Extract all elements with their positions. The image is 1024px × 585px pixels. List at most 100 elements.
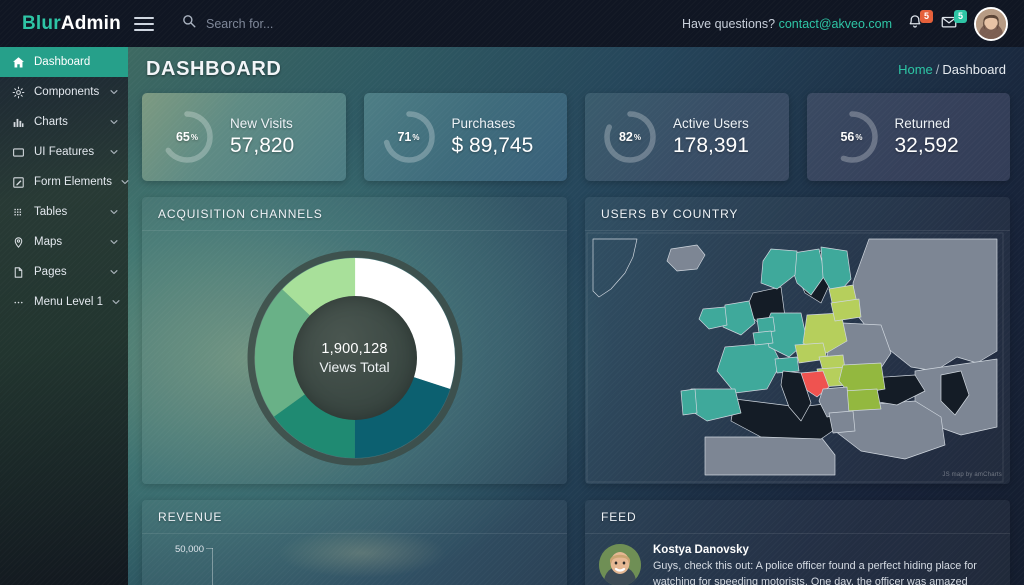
stat-value-purchases: $ 89,745: [452, 134, 534, 158]
sidebar-label-form-elements: Form Elements: [34, 176, 112, 188]
chevron-down-icon[interactable]: [109, 237, 119, 247]
feed-panel: FEED: [585, 500, 1010, 585]
chevron-down-icon[interactable]: [109, 87, 119, 97]
stat-cards-row: 65% New Visits 57,820 71%: [142, 93, 1010, 181]
donut-center-label: 1,900,128 Views Total: [293, 296, 417, 420]
top-bar-right-group: Have questions? contact@akveo.com 5 5: [682, 7, 1024, 41]
notifications-badge: 5: [920, 10, 933, 23]
acquisition-channels-title: ACQUISITION CHANNELS: [142, 197, 567, 231]
edit-icon: [10, 176, 26, 189]
sidebar-navigation: Dashboard Components Charts: [0, 47, 128, 585]
progress-ring-purchases: 71%: [380, 108, 438, 166]
window-icon: [10, 146, 26, 159]
sidebar-item-charts[interactable]: Charts: [0, 107, 128, 137]
users-by-country-panel: USERS BY COUNTRY: [585, 197, 1010, 484]
stat-card-returned[interactable]: 56% Returned 32,592: [807, 93, 1011, 181]
sidebar-item-dashboard[interactable]: Dashboard: [0, 47, 128, 77]
search-input[interactable]: [206, 17, 396, 31]
stat-card-active-users[interactable]: 82% Active Users 178,391: [585, 93, 789, 181]
main-content: DASHBOARD Home/Dashboard 65%: [128, 47, 1024, 585]
breadcrumb-home-link[interactable]: Home: [898, 62, 933, 77]
sidebar-label-components: Components: [34, 86, 101, 98]
feed-list: Kostya Danovsky Guys, check this out: A …: [585, 534, 1010, 585]
revenue-glow: [277, 528, 447, 578]
page-header: DASHBOARD Home/Dashboard: [142, 47, 1010, 91]
chevron-down-icon[interactable]: [109, 147, 119, 157]
bar-chart-icon: [10, 116, 26, 129]
sidebar-label-charts: Charts: [34, 116, 101, 128]
contact-email-link[interactable]: contact@akveo.com: [779, 17, 892, 31]
stat-percent-active-users: 82%: [601, 108, 659, 166]
hamburger-menu-icon[interactable]: [134, 17, 154, 31]
sidebar-label-menu-level-1: Menu Level 1: [34, 296, 103, 308]
percent-number: 82: [619, 130, 633, 144]
progress-ring-returned: 56%: [823, 108, 881, 166]
sidebar-item-form-elements[interactable]: Form Elements: [0, 167, 128, 197]
donut-chart[interactable]: 1,900,128 Views Total: [246, 249, 464, 467]
stat-percent-new-visits: 65%: [158, 108, 216, 166]
top-navigation-bar: BlurAdmin Have questions? contact@akveo.…: [0, 0, 1024, 47]
home-icon: [10, 56, 26, 69]
page-title: DASHBOARD: [146, 58, 281, 81]
percent-number: 65: [176, 130, 190, 144]
percent-sign: %: [634, 133, 641, 142]
search-box[interactable]: [182, 14, 396, 33]
stat-value-active-users: 178,391: [673, 134, 749, 158]
sidebar-label-pages: Pages: [34, 266, 101, 278]
donut-total-value: 1,900,128: [321, 341, 387, 357]
user-avatar[interactable]: [974, 7, 1008, 41]
sidebar-item-maps[interactable]: Maps: [0, 227, 128, 257]
bottom-panels-row: REVENUE 50,000 FEED: [142, 500, 1010, 585]
stat-label-active-users: Active Users: [673, 116, 749, 133]
stat-value-returned: 32,592: [895, 134, 959, 158]
chevron-down-icon[interactable]: [111, 297, 121, 307]
percent-number: 71: [397, 130, 411, 144]
sidebar-label-tables: Tables: [34, 206, 101, 218]
chevron-down-icon[interactable]: [120, 177, 130, 187]
breadcrumb-current: Dashboard: [942, 62, 1006, 77]
search-icon: [182, 14, 196, 33]
stat-value-new-visits: 57,820: [230, 134, 294, 158]
messages-badge: 5: [954, 10, 967, 23]
stat-card-new-visits[interactable]: 65% New Visits 57,820: [142, 93, 346, 181]
sidebar-item-menu-level-1[interactable]: Menu Level 1: [0, 287, 128, 317]
stat-percent-returned: 56%: [823, 108, 881, 166]
acquisition-channels-panel: ACQUISITION CHANNELS: [142, 197, 567, 484]
map-attribution: JS map by amCharts: [942, 472, 1002, 478]
progress-ring-new-visits: 65%: [158, 108, 216, 166]
percent-number: 56: [840, 130, 854, 144]
revenue-title: REVENUE: [142, 500, 567, 534]
revenue-chart[interactable]: 50,000: [142, 534, 567, 585]
feed-message-text: Guys, check this out: A police officer f…: [653, 559, 996, 585]
questions-label: Have questions?: [682, 17, 775, 31]
messages-button[interactable]: 5: [940, 13, 960, 35]
percent-sign: %: [412, 133, 419, 142]
list-item[interactable]: Kostya Danovsky Guys, check this out: A …: [599, 544, 996, 585]
revenue-panel: REVENUE 50,000: [142, 500, 567, 585]
acquisition-chart[interactable]: 1,900,128 Views Total: [142, 231, 567, 484]
grid-icon: [10, 206, 26, 219]
stat-percent-purchases: 71%: [380, 108, 438, 166]
percent-sign: %: [191, 133, 198, 142]
revenue-axis-line: [212, 548, 213, 585]
feed-author-name: Kostya Danovsky: [653, 544, 996, 556]
breadcrumb: Home/Dashboard: [898, 62, 1006, 77]
chevron-down-icon[interactable]: [109, 207, 119, 217]
feed-title: FEED: [585, 500, 1010, 534]
sidebar-item-components[interactable]: Components: [0, 77, 128, 107]
map-pin-icon: [10, 236, 26, 249]
chevron-down-icon[interactable]: [109, 117, 119, 127]
users-by-country-title: USERS BY COUNTRY: [585, 197, 1010, 231]
sidebar-item-ui-features[interactable]: UI Features: [0, 137, 128, 167]
avatar: [599, 544, 641, 585]
sidebar-item-tables[interactable]: Tables: [0, 197, 128, 227]
stat-card-purchases[interactable]: 71% Purchases $ 89,745: [364, 93, 568, 181]
sidebar-label-ui-features: UI Features: [34, 146, 101, 158]
brand-logo[interactable]: BlurAdmin: [0, 13, 128, 35]
notifications-button[interactable]: 5: [906, 13, 926, 35]
revenue-y-axis: 50,000: [156, 544, 204, 585]
sidebar-item-pages[interactable]: Pages: [0, 257, 128, 287]
stat-label-new-visits: New Visits: [230, 116, 294, 133]
europe-map[interactable]: JS map by amCharts: [585, 231, 1010, 484]
chevron-down-icon[interactable]: [109, 267, 119, 277]
